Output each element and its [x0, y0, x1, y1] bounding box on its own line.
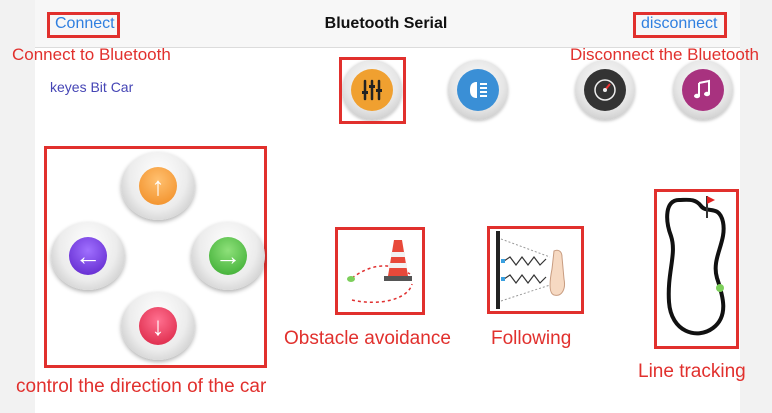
connect-highlight-box — [47, 12, 120, 38]
line-tracking-button[interactable] — [657, 192, 736, 346]
backward-button[interactable]: ↓ — [121, 292, 195, 360]
app-name: keyes Bit Car — [50, 79, 134, 95]
right-button[interactable]: → — [191, 222, 265, 290]
arrow-up-icon: ↑ — [139, 167, 177, 205]
disconnect-highlight-box — [633, 12, 727, 38]
track-loop-icon — [665, 196, 726, 336]
arrow-left-icon: ← — [69, 237, 107, 275]
forward-button[interactable]: ↑ — [121, 152, 195, 220]
headlight-button[interactable] — [448, 60, 508, 120]
connect-annotation: Connect to Bluetooth — [12, 45, 171, 64]
speedometer-icon — [584, 69, 626, 111]
obstacle-annotation: Obstacle avoidance — [284, 328, 451, 349]
speedometer-button[interactable] — [575, 60, 635, 120]
headlight-icon — [457, 69, 499, 111]
music-button[interactable] — [673, 60, 733, 120]
arrow-down-icon: ↓ — [139, 307, 177, 345]
obstacle-avoidance-button[interactable] — [338, 230, 422, 312]
following-annotation: Following — [491, 328, 572, 349]
settings-highlight-box — [339, 57, 406, 124]
music-icon — [682, 69, 724, 111]
traffic-cone-icon — [347, 240, 413, 303]
follow-hand-icon — [496, 231, 565, 309]
following-button[interactable] — [490, 229, 581, 311]
left-button[interactable]: ← — [51, 222, 125, 290]
arrow-right-icon: → — [209, 237, 247, 275]
line-tracking-annotation: Line tracking — [638, 361, 746, 382]
direction-annotation: control the direction of the car — [16, 376, 267, 397]
